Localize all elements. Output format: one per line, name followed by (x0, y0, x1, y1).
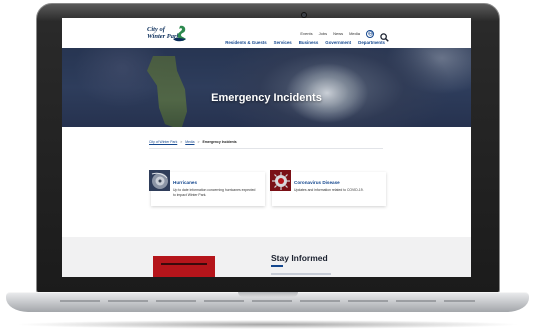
laptop-notch (238, 292, 298, 297)
breadcrumb-media[interactable]: Media (185, 140, 194, 144)
promo-image[interactable] (153, 256, 215, 277)
util-link-media[interactable]: Media (349, 31, 360, 36)
card-description: Up to date information concerning hurric… (173, 188, 256, 197)
breadcrumb-separator: > (197, 140, 200, 144)
nav-residents-guests[interactable]: Residents & Guests (225, 40, 266, 45)
laptop-screen: City of Winter Park Events Jobs News Med… (62, 18, 471, 277)
stay-informed-section: Stay Informed (62, 237, 471, 277)
swan-logo-icon (173, 25, 186, 42)
laptop-shadow (14, 320, 521, 329)
hero-banner: Emergency Incidents (62, 48, 471, 127)
promo-image-band (161, 263, 207, 265)
translate-icon[interactable] (366, 29, 374, 38)
webcam (302, 13, 306, 17)
nav-departments[interactable]: Departments (358, 40, 385, 45)
breadcrumb: City of Winter Park > Media > Emergency … (149, 136, 383, 149)
main-nav: Residents & Guests Services Business Gov… (225, 40, 385, 45)
util-link-jobs[interactable]: Jobs (319, 31, 327, 36)
utility-nav: Events Jobs News Media (300, 29, 389, 42)
util-link-news[interactable]: News (333, 31, 343, 36)
card-title: Hurricanes (173, 180, 198, 185)
laptop-vents (60, 300, 475, 302)
card-description: Updates and information related to COVID… (294, 188, 364, 192)
breadcrumb-separator: > (180, 140, 183, 144)
card-coronavirus[interactable]: Coronavirus Disease Updates and informat… (270, 170, 386, 206)
globe-icon (367, 31, 373, 36)
virus-thumbnail (270, 170, 291, 191)
page-title: Emergency Incidents (211, 92, 322, 104)
breadcrumb-current: Emergency Incidents (202, 140, 237, 144)
hurricane-thumbnail (149, 170, 170, 191)
util-link-events[interactable]: Events (300, 31, 312, 36)
section-heading: Stay Informed (271, 253, 328, 263)
nav-business[interactable]: Business (299, 40, 319, 45)
city-logo[interactable]: City of Winter Park (147, 25, 187, 45)
card-hurricanes[interactable]: Hurricanes Up to date information concer… (149, 170, 265, 206)
breadcrumb-home[interactable]: City of Winter Park (149, 140, 177, 144)
nav-government[interactable]: Government (325, 40, 351, 45)
heading-underline (271, 265, 283, 267)
search-icon[interactable] (380, 29, 389, 42)
site-header: City of Winter Park Events Jobs News Med… (62, 18, 471, 48)
card-title: Coronavirus Disease (294, 180, 340, 185)
nav-services[interactable]: Services (274, 40, 292, 45)
cut-off-link[interactable] (271, 273, 331, 275)
